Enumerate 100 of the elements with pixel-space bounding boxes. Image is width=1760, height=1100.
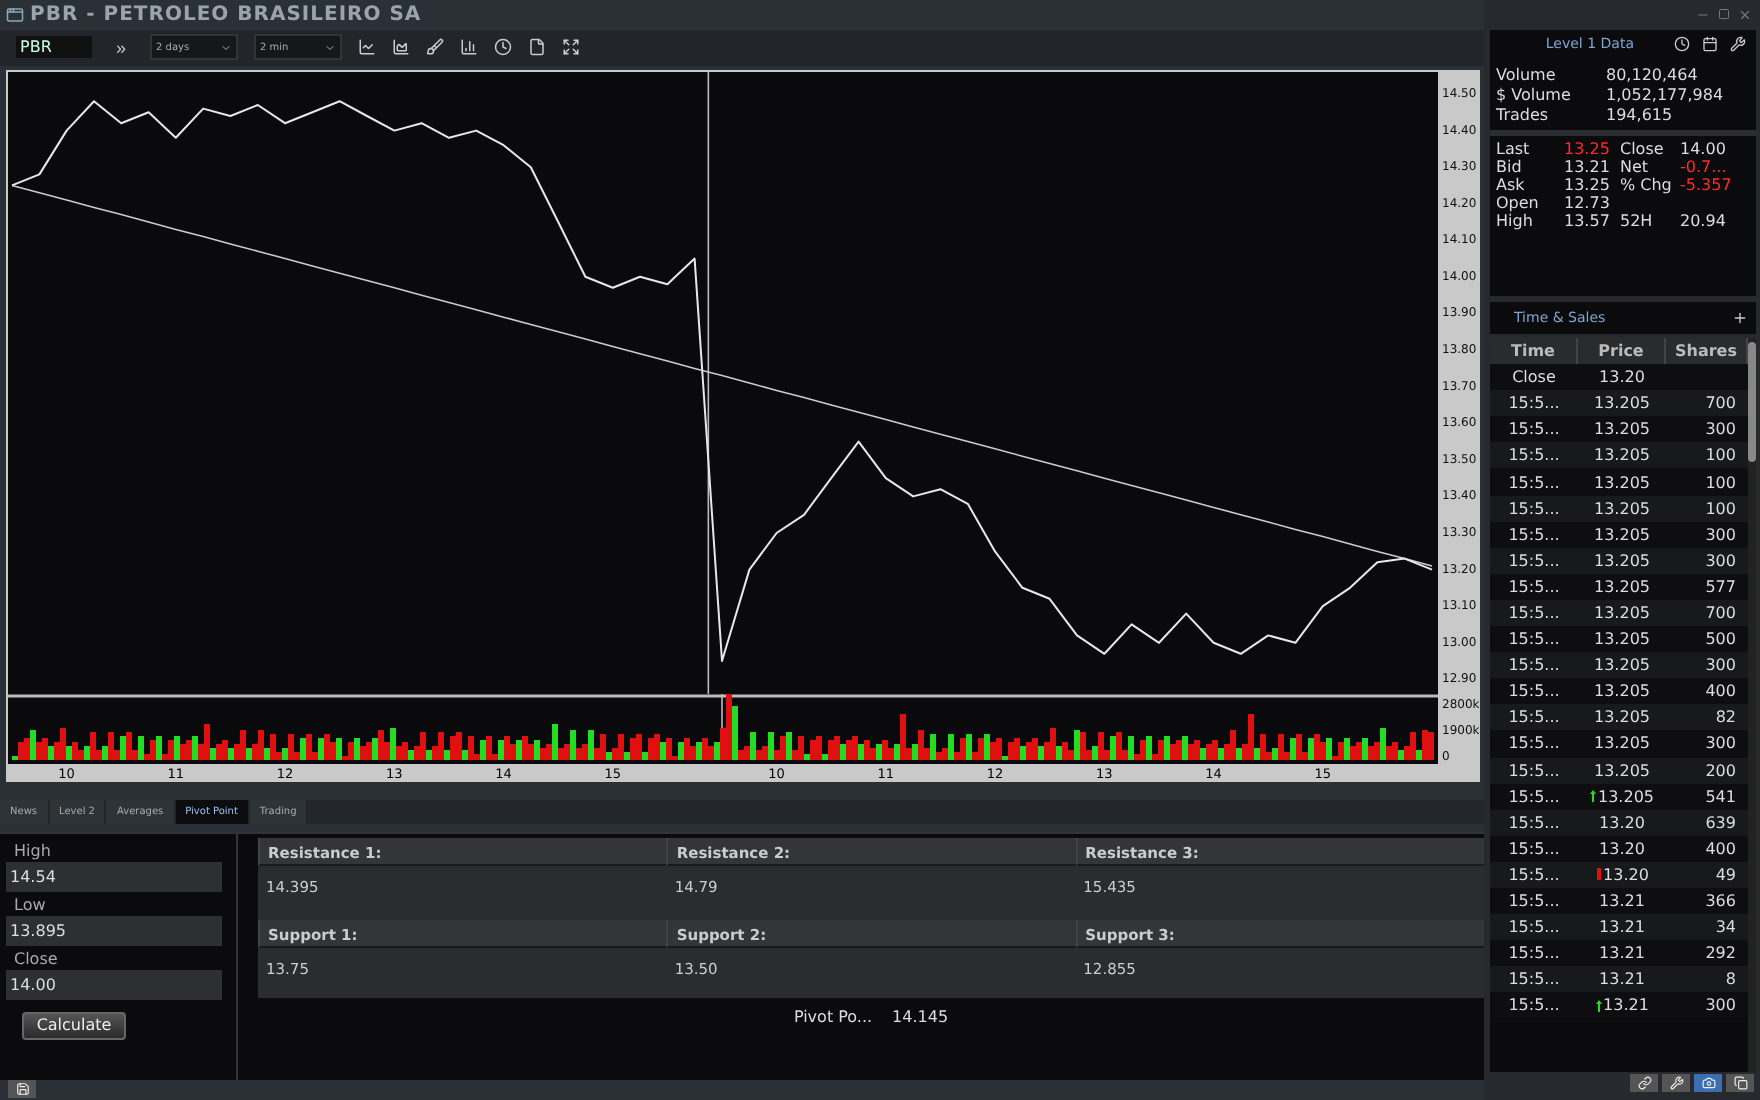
quote-value: 12.73 bbox=[1564, 194, 1612, 212]
go-button[interactable]: » bbox=[108, 37, 135, 58]
time-cell-text: 15:5... bbox=[1506, 630, 1562, 649]
brush-icon[interactable] bbox=[426, 38, 445, 57]
quote-label: Close bbox=[1620, 140, 1666, 158]
time-cell-text: 15:5... bbox=[1506, 918, 1562, 937]
clock-icon[interactable] bbox=[1674, 36, 1690, 52]
quote-value: 13.21 bbox=[1564, 158, 1612, 176]
quote-value: -0.7... bbox=[1680, 158, 1729, 176]
time-cell-text: 15:5... bbox=[1506, 420, 1562, 439]
expand-icon[interactable] bbox=[562, 38, 581, 57]
time-cell-text: 15:5... bbox=[1506, 473, 1562, 492]
bar-chart-icon[interactable] bbox=[460, 38, 479, 57]
time-cell-text: 15:5... bbox=[1506, 577, 1562, 596]
data-value: 1,052,177,984 bbox=[1606, 86, 1726, 104]
price-cell: 13.21 bbox=[1599, 970, 1645, 989]
shares-cell-text: 300 bbox=[1703, 734, 1738, 753]
column-header: Time bbox=[1490, 338, 1578, 365]
shares-cell-text: 300 bbox=[1703, 996, 1738, 1015]
wrench-icon[interactable] bbox=[1730, 36, 1746, 52]
quote-label: Last bbox=[1496, 140, 1532, 158]
shares-cell-text: 34 bbox=[1713, 918, 1738, 937]
quote-value: 13.25 bbox=[1564, 176, 1612, 194]
data-label: $ Volume bbox=[1496, 86, 1573, 104]
price-cell: 13.205 bbox=[1594, 420, 1650, 439]
price-cell: 13.205 bbox=[1594, 630, 1650, 649]
copy-icon[interactable] bbox=[1726, 1074, 1754, 1092]
price-cell: 13.20 bbox=[1599, 368, 1645, 387]
time-cell-text: 15:5... bbox=[1506, 682, 1562, 701]
price-cell: 13.205 bbox=[1594, 577, 1650, 596]
price-cell: 13.21 bbox=[1599, 892, 1645, 911]
price-cell: 13.205 bbox=[1594, 603, 1650, 622]
price-cell: 13.21 bbox=[1603, 996, 1649, 1015]
shares-cell-text: 400 bbox=[1703, 839, 1738, 858]
wrench-icon[interactable] bbox=[1662, 1074, 1690, 1092]
quote-value: 14.00 bbox=[1680, 140, 1728, 158]
shares-cell-text: 577 bbox=[1703, 577, 1738, 596]
camera-icon[interactable] bbox=[1694, 1074, 1722, 1092]
time-cell-text: 15:5... bbox=[1506, 787, 1562, 806]
symbol-field[interactable]: PBR bbox=[16, 36, 92, 59]
shares-cell-text: 366 bbox=[1703, 892, 1738, 911]
price-cell: 13.205 bbox=[1594, 708, 1650, 727]
data-label: Trades bbox=[1496, 106, 1551, 124]
time-cell-text: 15:5... bbox=[1506, 839, 1562, 858]
quote-label: Net bbox=[1620, 158, 1651, 176]
quote-label: High bbox=[1496, 212, 1535, 230]
shares-cell-text: 300 bbox=[1703, 525, 1738, 544]
price-cell: 13.205 bbox=[1594, 446, 1650, 465]
time-cell-text: 15:5... bbox=[1506, 865, 1562, 884]
shares-cell-text: 639 bbox=[1703, 813, 1738, 832]
data-value: 80,120,464 bbox=[1606, 66, 1700, 84]
maximize-icon[interactable] bbox=[1718, 8, 1730, 20]
pivot-label: Pivot Po... bbox=[793, 1007, 873, 1026]
column-header: Price bbox=[1578, 338, 1666, 365]
price-cell: 13.205 bbox=[1594, 525, 1650, 544]
data-label: Volume bbox=[1496, 66, 1558, 84]
input-field[interactable]: 14.00 bbox=[6, 969, 222, 1000]
quote-value: -5.357 bbox=[1680, 176, 1734, 194]
input-field[interactable]: 13.895 bbox=[6, 915, 222, 946]
field-label: Low bbox=[12, 893, 48, 916]
shares-cell-text: 300 bbox=[1703, 420, 1738, 439]
calculate-button[interactable]: Calculate bbox=[22, 1011, 126, 1040]
price-cell: 13.205 bbox=[1598, 787, 1654, 806]
close-icon[interactable] bbox=[1738, 7, 1752, 21]
pivot-value: 14.145 bbox=[892, 1007, 949, 1026]
time-cell-text: 15:5... bbox=[1506, 734, 1562, 753]
time-cell-text: Close bbox=[1510, 368, 1558, 387]
window-title: PBR - PETROLEO BRASILEIRO SA bbox=[30, 3, 422, 26]
quote-label: % Chg bbox=[1620, 176, 1674, 194]
add-icon[interactable] bbox=[1732, 310, 1748, 326]
calendar-icon[interactable] bbox=[1702, 36, 1718, 52]
page-icon[interactable] bbox=[528, 38, 547, 57]
data-value: 194,615 bbox=[1606, 106, 1675, 124]
price-cell: 13.205 bbox=[1594, 656, 1650, 675]
quote-label: 52H bbox=[1620, 212, 1655, 230]
quote-label: Ask bbox=[1496, 176, 1527, 194]
link-icon[interactable] bbox=[1630, 1074, 1658, 1092]
quote-label: Open bbox=[1496, 194, 1541, 212]
price-cell: 13.205 bbox=[1594, 473, 1650, 492]
price-cell: 13.20 bbox=[1599, 839, 1645, 858]
line-chart-icon[interactable] bbox=[358, 38, 377, 57]
shares-cell-text: 292 bbox=[1703, 944, 1738, 963]
shares-cell-text: 8 bbox=[1723, 970, 1738, 989]
scrollbar-thumb[interactable] bbox=[1748, 342, 1756, 462]
area-chart-icon[interactable] bbox=[392, 38, 411, 57]
time-cell-text: 15:5... bbox=[1506, 499, 1562, 518]
input-field[interactable]: 14.54 bbox=[6, 861, 222, 892]
quote-label: Bid bbox=[1496, 158, 1524, 176]
time-cell-text: 15:5... bbox=[1506, 892, 1562, 911]
shares-cell-text: 200 bbox=[1703, 761, 1738, 780]
clock-icon[interactable] bbox=[494, 38, 513, 57]
shares-cell-text: 82 bbox=[1713, 708, 1738, 727]
price-cell: 13.205 bbox=[1594, 499, 1650, 518]
time-cell-text: 15:5... bbox=[1506, 944, 1562, 963]
shares-cell-text: 100 bbox=[1703, 499, 1738, 518]
price-cell: 13.20 bbox=[1599, 813, 1645, 832]
time-cell-text: 15:5... bbox=[1506, 656, 1562, 675]
shares-cell-text: 500 bbox=[1703, 630, 1738, 649]
shares-cell-text: 100 bbox=[1703, 473, 1738, 492]
time-cell-text: 15:5... bbox=[1506, 708, 1562, 727]
